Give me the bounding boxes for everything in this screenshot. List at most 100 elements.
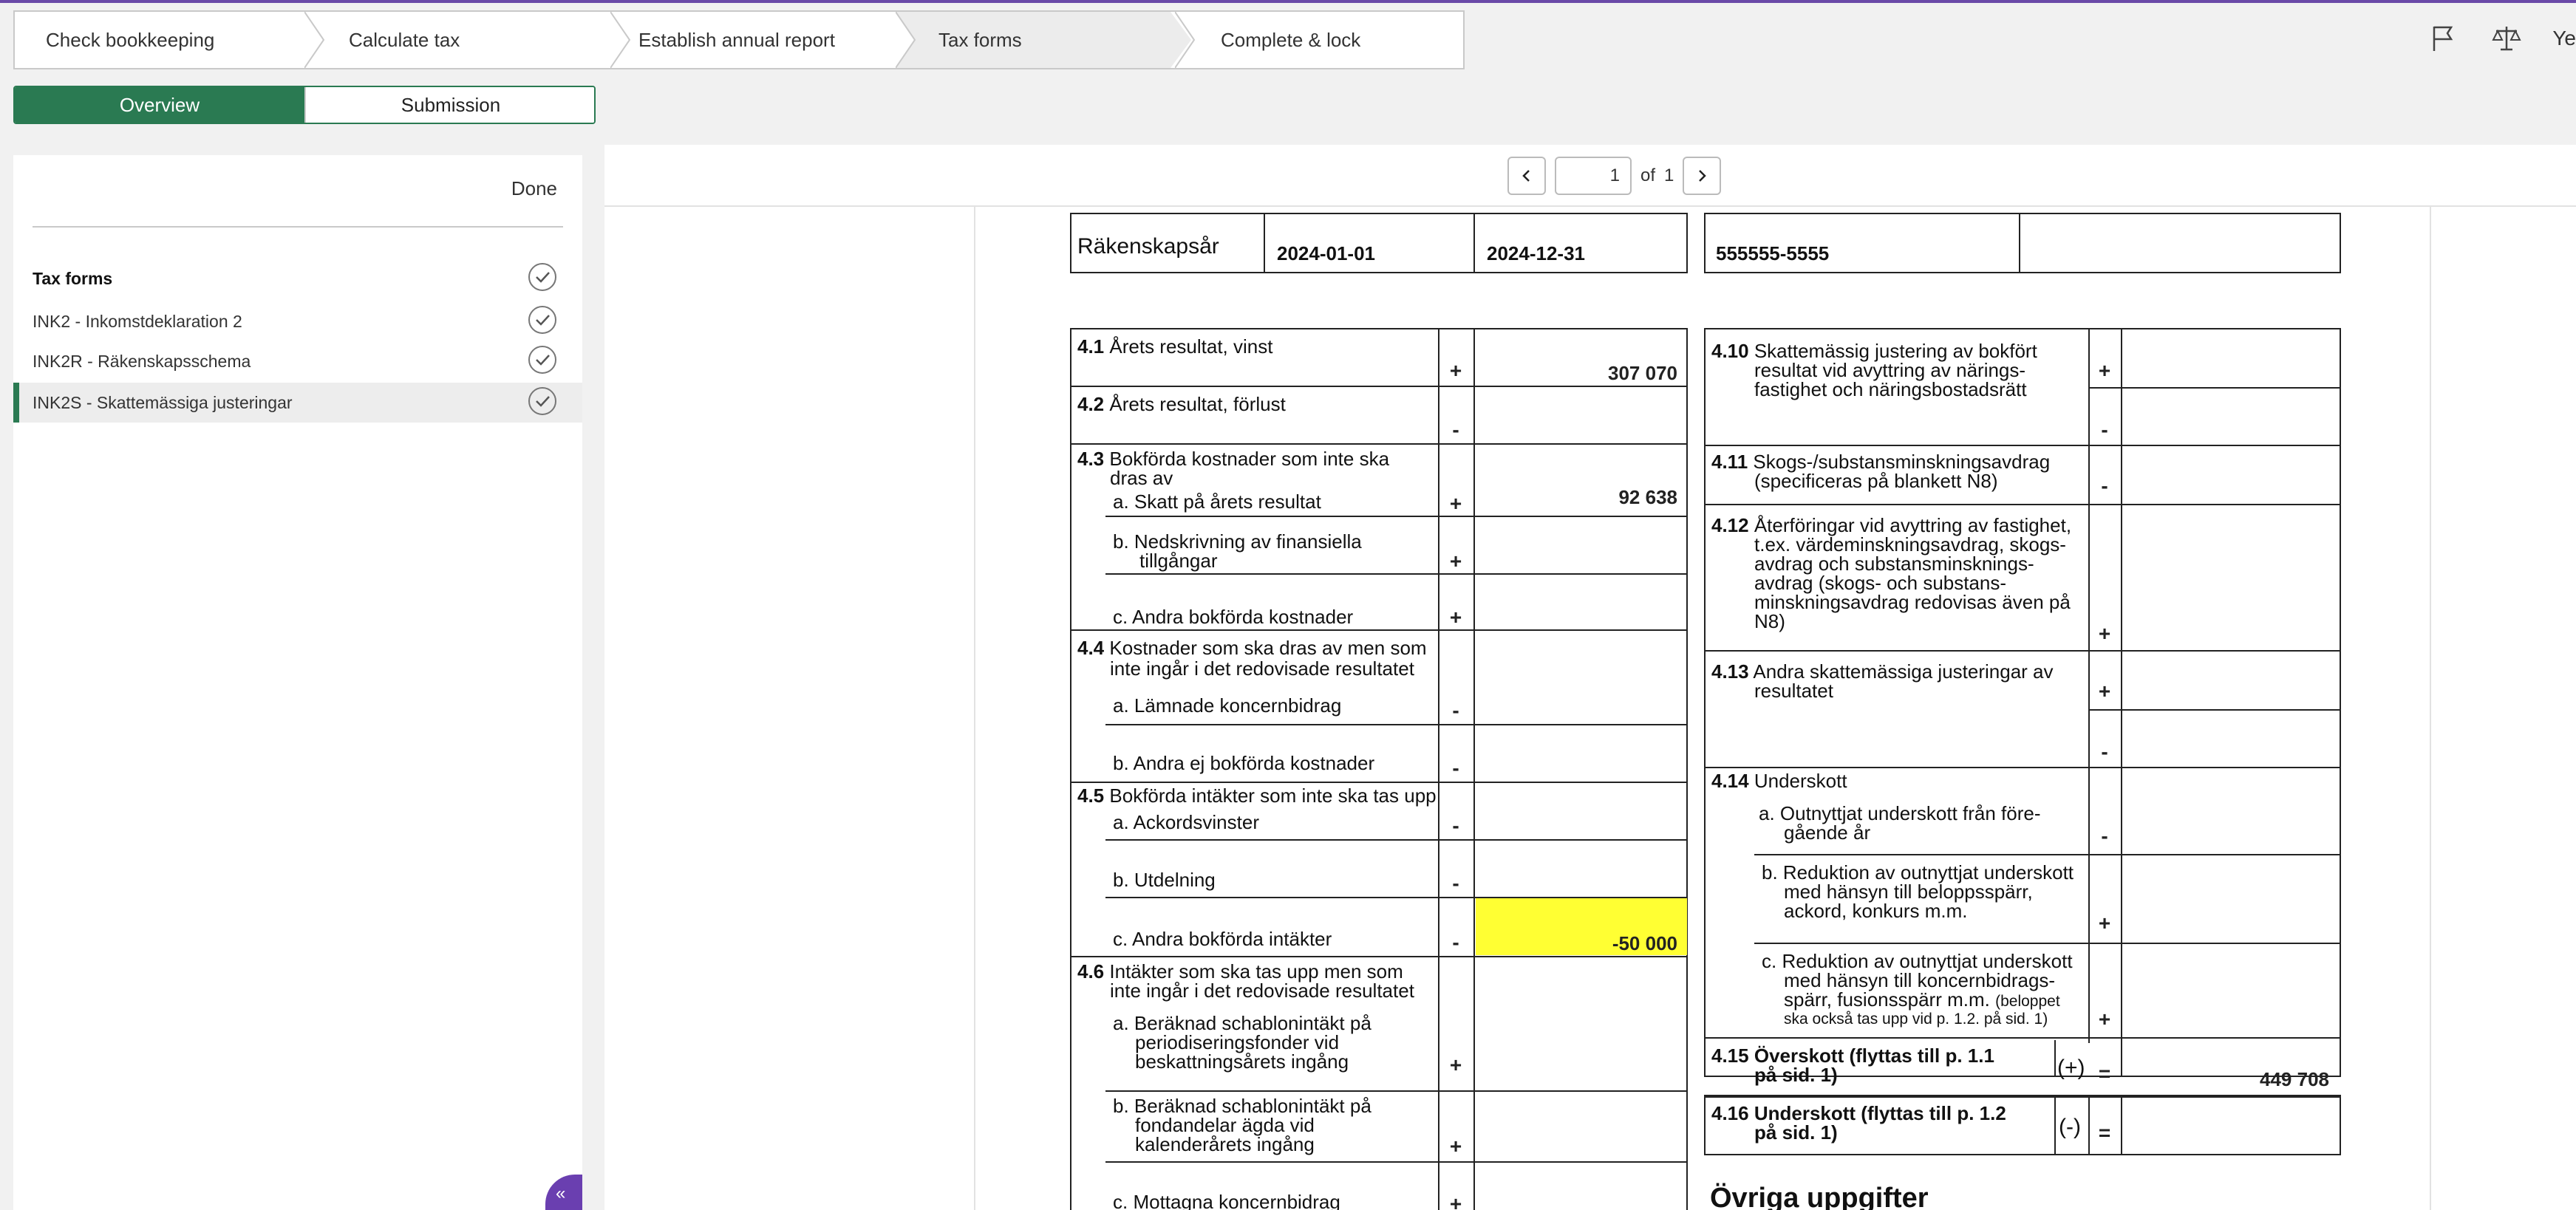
- row-4-3a-label: a. Skatt på årets resultat: [1113, 491, 1321, 513]
- row-4-10-label-cont: resultat vid avyttring av närings-: [1754, 359, 2026, 381]
- row-4-6a-label: a. Beräknad schablonintäkt på: [1113, 1012, 1372, 1034]
- done-button[interactable]: Done: [511, 177, 557, 200]
- row-4-12-label: 4.12 Återföringar vid avyttring av fasti…: [1711, 516, 2071, 536]
- value-4-3a[interactable]: 92 638: [1478, 486, 1677, 509]
- row-4-14-label: 4.14 Underskott: [1711, 771, 1847, 791]
- step-divider: [1175, 12, 1204, 68]
- grid-line: [1754, 854, 2341, 855]
- value-4-15[interactable]: 449 708: [2130, 1068, 2329, 1091]
- grid-line: [2054, 1096, 2056, 1155]
- row-4-12-label-cont: avdrag och substansminsknings-: [1754, 553, 2034, 575]
- row-4-10-label-cont: fastighet och näringsbostadsrätt: [1754, 378, 2027, 400]
- grid-line: [1704, 504, 2341, 505]
- row-number: 4.10: [1711, 340, 1749, 362]
- form-item-ink2r[interactable]: INK2R - Räkenskapsschema: [13, 341, 582, 381]
- step-complete-lock[interactable]: Complete & lock: [1206, 12, 1457, 68]
- flag-icon[interactable]: [2427, 22, 2459, 55]
- sign-minus: -: [1452, 872, 1459, 895]
- form-item-ink2s[interactable]: INK2S - Skattemässiga justeringar: [13, 383, 582, 423]
- step-label: Calculate tax: [349, 28, 460, 51]
- sign-plus: +: [1449, 1192, 1462, 1210]
- row-4-6-label: 4.6 Intäkter som ska tas upp men som: [1077, 962, 1403, 982]
- grid-line: [1105, 573, 1688, 575]
- form-item-label: INK2S - Skattemässiga justeringar: [33, 392, 293, 412]
- grid-line: [1070, 956, 1688, 957]
- row-4-14c-note: ska också tas upp vid p. 1.2. på sid. 1): [1784, 1011, 2048, 1028]
- sign-plus: +: [2098, 359, 2111, 382]
- step-label: Check bookkeeping: [46, 28, 215, 51]
- sign-minus: -: [1452, 814, 1459, 837]
- row-4-6a-label-cont: beskattningsårets ingång: [1135, 1050, 1349, 1073]
- prev-page-button[interactable]: [1507, 157, 1546, 195]
- next-page-button[interactable]: [1683, 157, 1722, 195]
- value-4-2[interactable]: [1475, 387, 1686, 442]
- grid-line: [1105, 1161, 1688, 1163]
- paren-minus: (-): [2059, 1115, 2081, 1139]
- row-4-3b-label-cont: tillgångar: [1139, 550, 1218, 572]
- form-item-ink2[interactable]: INK2 - Inkomstdeklaration 2: [13, 301, 582, 341]
- page-number-input[interactable]: 1: [1555, 157, 1632, 195]
- row-4-11-label: 4.11 Skogs-/substansminskningsavdrag: [1711, 452, 2050, 472]
- row-4-5a-label: a. Ackordsvinster: [1113, 811, 1259, 833]
- grid-line: [1473, 328, 1475, 1210]
- tax-forms-heading[interactable]: Tax forms: [13, 259, 582, 298]
- step-tax-forms[interactable]: Tax forms: [896, 12, 1191, 68]
- sign-plus: +: [1449, 1053, 1462, 1076]
- sign-minus: -: [1452, 418, 1459, 441]
- row-number: 4.16: [1711, 1102, 1749, 1124]
- row-text: Kostnader som ska dras av men som: [1109, 637, 1427, 659]
- heading-label: Tax forms: [33, 268, 113, 288]
- step-calculate-tax[interactable]: Calculate tax: [335, 12, 621, 68]
- grid-line: [1704, 445, 2341, 446]
- tab-submission[interactable]: Submission: [304, 87, 594, 123]
- fiscal-year-to: 2024-12-31: [1487, 242, 1585, 264]
- row-4-14c-label: c. Reduktion av outnyttjat underskott: [1762, 950, 2073, 972]
- grid-line: [1438, 328, 1439, 1210]
- sign-minus: -: [1452, 699, 1459, 722]
- chevron-right-icon: [1699, 170, 1707, 182]
- grid-line: [2088, 709, 2341, 711]
- toolbar-icons: Ye: [2427, 22, 2576, 55]
- row-4-4a-label: a. Lämnade koncernbidrag: [1113, 694, 1342, 717]
- row-text: spärr, fusionsspärr m.m.: [1784, 988, 1990, 1011]
- scales-icon[interactable]: [2490, 22, 2523, 55]
- row-4-3b-label: b. Nedskrivning av finansiella: [1113, 530, 1362, 553]
- sign-plus: +: [2098, 1008, 2111, 1030]
- sign-plus: +: [1449, 492, 1462, 515]
- row-number: 4.2: [1077, 393, 1105, 415]
- sign-plus: +: [2098, 912, 2111, 934]
- row-number: 4.5: [1077, 785, 1105, 807]
- tab-overview[interactable]: Overview: [15, 87, 304, 123]
- user-name-truncated[interactable]: Ye: [2552, 27, 2576, 50]
- grid-line: [1105, 1090, 1688, 1092]
- row-number: 4.15: [1711, 1045, 1749, 1067]
- check-circle-icon: [528, 387, 556, 415]
- row-4-6-label-cont: inte ingår i det redovisade resultatet: [1110, 980, 1414, 1002]
- row-4-3c-label: c. Andra bokförda kostnader: [1113, 606, 1354, 628]
- row-4-14a-label-cont: gående år: [1784, 821, 1871, 844]
- row-number: 4.1: [1077, 335, 1105, 358]
- row-4-3-label-cont: dras av: [1110, 467, 1173, 489]
- form-item-label: INK2 - Inkomstdeklaration 2: [33, 311, 242, 331]
- row-4-6c-label: c. Mottagna koncernbidrag: [1113, 1191, 1340, 1210]
- row-4-3-label: 4.3 Bokförda kostnader som inte ska: [1077, 449, 1389, 469]
- grid-line: [1264, 213, 1265, 273]
- step-establish-annual-report[interactable]: Establish annual report: [625, 12, 896, 68]
- row-4-14c-label-cont: med hänsyn till koncernbidrags-: [1784, 969, 2056, 991]
- sign-minus: -: [2101, 474, 2108, 497]
- form-item-label: INK2R - Räkenskapsschema: [33, 351, 251, 371]
- sign-minus: -: [1452, 931, 1459, 954]
- grid-line: [2121, 328, 2122, 1077]
- step-label: Tax forms: [938, 28, 1022, 51]
- value-4-1[interactable]: 307 070: [1478, 362, 1677, 385]
- grid-line: [1105, 839, 1688, 841]
- value-4-5c[interactable]: -50 000: [1478, 932, 1677, 955]
- row-4-14b-label: b. Reduktion av outnyttjat underskott: [1762, 861, 2074, 883]
- workflow-stepper: Check bookkeeping Calculate tax Establis…: [13, 10, 1465, 69]
- row-4-11-label-cont: (specificeras på blankett N8): [1754, 470, 1998, 492]
- row-4-4-label: 4.4 Kostnader som ska dras av men som: [1077, 638, 1427, 658]
- step-check-bookkeeping[interactable]: Check bookkeeping: [15, 12, 307, 68]
- grid-line: [2019, 213, 2020, 273]
- row-4-15-label-cont: på sid. 1): [1754, 1064, 1838, 1086]
- row-4-5b-label: b. Utdelning: [1113, 869, 1216, 891]
